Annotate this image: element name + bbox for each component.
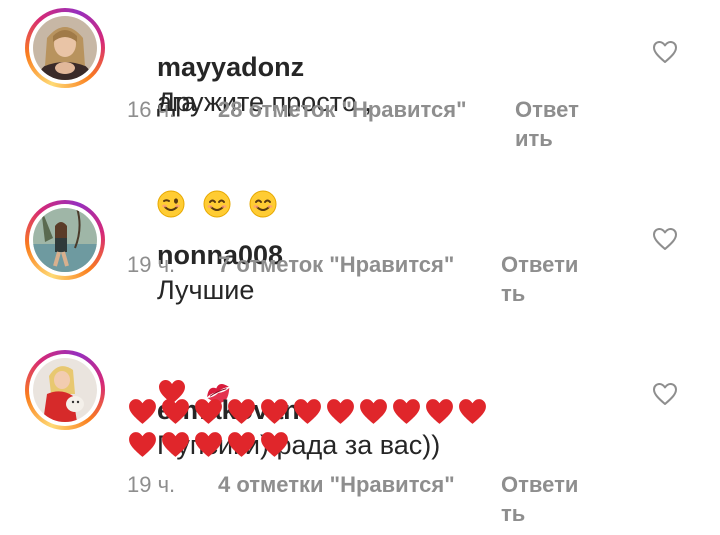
red-heart-emoji bbox=[127, 430, 158, 459]
reply-label-line2: ть bbox=[501, 281, 526, 306]
likes-count[interactable]: 28 отметок "Нравится" bbox=[218, 95, 467, 124]
avatar[interactable] bbox=[25, 200, 105, 280]
heart-outline-icon[interactable] bbox=[652, 227, 678, 251]
red-heart-emoji bbox=[292, 397, 323, 426]
red-heart-emoji bbox=[226, 430, 257, 459]
reply-label-line2: ить bbox=[515, 126, 553, 151]
reply-label-line1: Ответ bbox=[515, 97, 579, 122]
comment-item: mayyadonz Дружите просто , ага 16 ч. 28 … bbox=[0, 0, 720, 218]
heart-outline-icon[interactable] bbox=[652, 382, 678, 406]
red-heart-emoji bbox=[127, 397, 158, 426]
comment-item: ermakovan Пупсики) рада за вас)) 19 ч. 4… bbox=[0, 340, 720, 535]
likes-count[interactable]: 7 отметок "Нравится" bbox=[218, 250, 454, 279]
red-heart-emoji bbox=[424, 397, 455, 426]
avatar-image bbox=[33, 16, 97, 80]
heart-emoji-row bbox=[127, 426, 292, 461]
red-heart-emoji bbox=[457, 397, 488, 426]
avatar-image bbox=[33, 208, 97, 272]
red-heart-emoji bbox=[193, 397, 224, 426]
red-heart-emoji bbox=[259, 430, 290, 459]
comment-time: 16 ч. bbox=[127, 97, 176, 122]
avatar[interactable] bbox=[25, 8, 105, 88]
red-heart-emoji bbox=[358, 397, 389, 426]
avatar-image bbox=[33, 358, 97, 422]
red-heart-emoji bbox=[325, 397, 356, 426]
likes-count[interactable]: 4 отметки "Нравится" bbox=[218, 470, 455, 499]
reply-label-line1: Ответи bbox=[501, 472, 579, 497]
reply-button[interactable]: Ответ ить bbox=[515, 95, 579, 153]
red-heart-emoji bbox=[193, 430, 224, 459]
reply-button[interactable]: Ответи ть bbox=[501, 470, 578, 528]
comment-time: 19 ч. bbox=[127, 252, 176, 277]
heart-outline-icon[interactable] bbox=[652, 40, 678, 64]
comment-item: nonna008 Лучшие 19 ч. 7 отметок "Нравитс… bbox=[0, 170, 720, 404]
reply-button[interactable]: Ответи ть bbox=[501, 250, 578, 308]
heart-emoji-row bbox=[127, 393, 490, 428]
red-heart-emoji bbox=[160, 430, 191, 459]
red-heart-emoji bbox=[391, 397, 422, 426]
red-heart-emoji bbox=[160, 397, 191, 426]
comment-body: Лучшие bbox=[157, 275, 255, 305]
reply-label-line2: ть bbox=[501, 501, 526, 526]
comment-time: 19 ч. bbox=[127, 472, 176, 497]
avatar[interactable] bbox=[25, 350, 105, 430]
red-heart-emoji bbox=[226, 397, 257, 426]
reply-label-line1: Ответи bbox=[501, 252, 579, 277]
red-heart-emoji bbox=[259, 397, 290, 426]
